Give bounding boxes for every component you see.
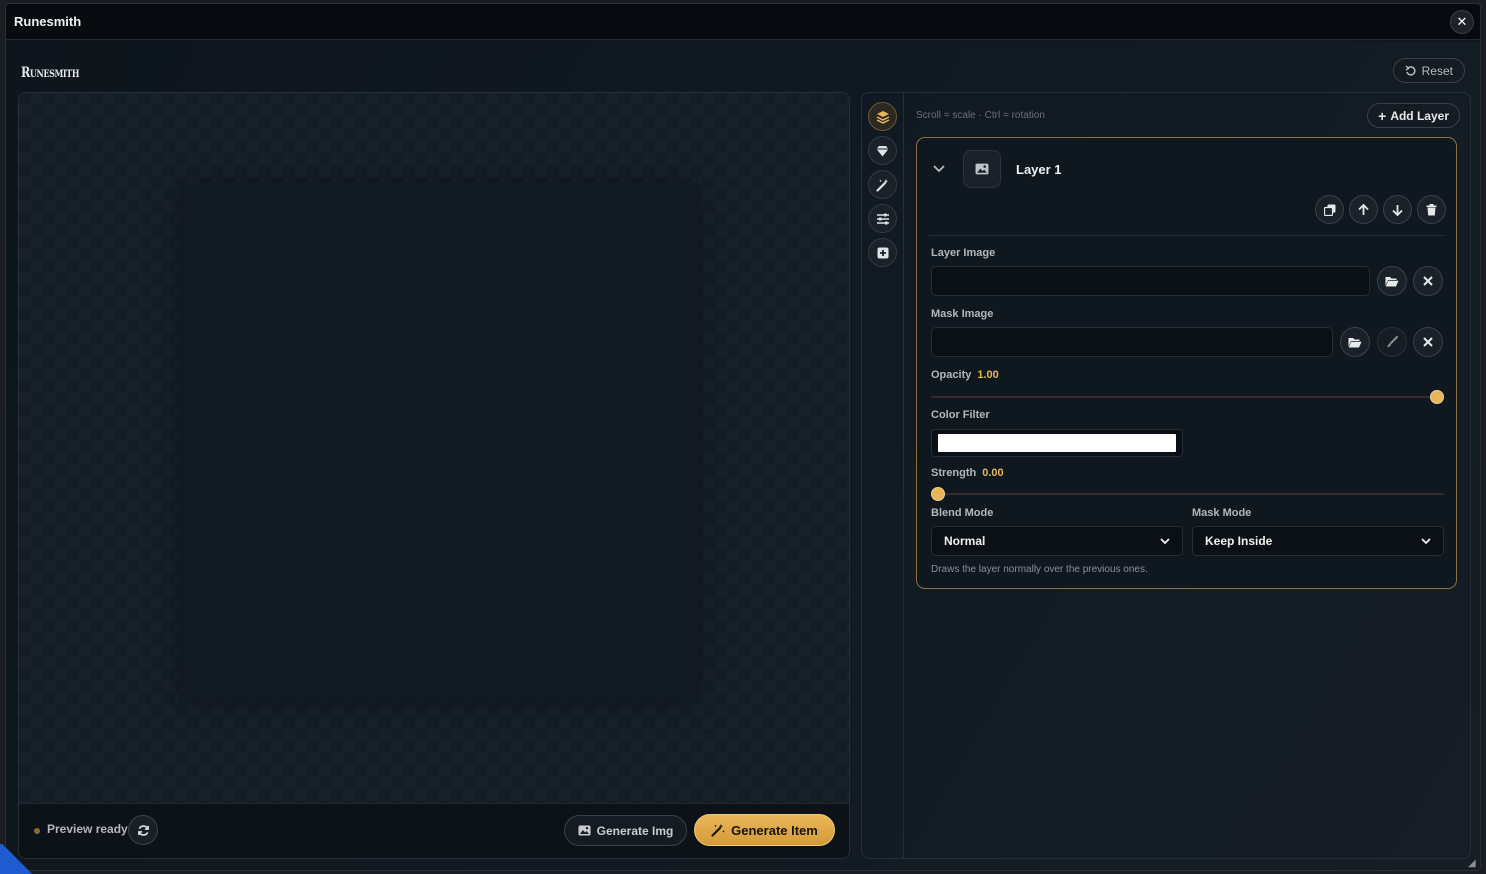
preview-item-area (179, 183, 699, 703)
sliders-icon (876, 213, 889, 224)
clear-layer-image-button[interactable] (1413, 266, 1443, 296)
main-content: Runesmith Reset Preview ready Generate I… (6, 41, 1480, 870)
delete-layer-button[interactable] (1417, 195, 1446, 224)
rail-gem-button[interactable] (868, 136, 897, 165)
magic-wand-icon (875, 178, 888, 192)
magic-wand-icon (711, 824, 725, 837)
move-layer-down-button[interactable] (1383, 195, 1412, 224)
layer-actions (1315, 195, 1446, 224)
clear-mask-image-button[interactable] (1413, 327, 1443, 357)
layer-editor-panel: Scroll = scale · Ctrl = rotation + Add L… (861, 92, 1471, 859)
layers-icon (876, 110, 889, 124)
edit-mask-button[interactable] (1377, 327, 1407, 357)
color-filter-label: Color Filter (931, 409, 990, 421)
rail-layers-button[interactable] (868, 102, 897, 131)
blend-mode-select[interactable]: Normal (931, 526, 1183, 556)
title-bar: Runesmith ✕ (6, 4, 1480, 40)
reset-label: Reset (1421, 63, 1453, 78)
resize-grip-icon[interactable]: ◢ (1468, 858, 1478, 869)
mask-image-label: Mask Image (931, 308, 994, 320)
add-box-icon (877, 247, 888, 258)
undo-icon (1405, 65, 1416, 76)
rail-add-button[interactable] (868, 238, 897, 267)
mask-mode-select[interactable]: Keep Inside (1192, 526, 1444, 556)
layer-image-label: Layer Image (931, 247, 996, 259)
browse-layer-image-button[interactable] (1377, 266, 1407, 296)
preview-canvas[interactable] (19, 93, 849, 805)
copy-icon (1323, 204, 1335, 216)
color-filter-input[interactable] (931, 429, 1183, 457)
chevron-down-icon (1160, 537, 1170, 544)
opacity-slider-track[interactable] (931, 396, 1444, 398)
reset-button[interactable]: Reset (1392, 58, 1465, 83)
arrow-up-icon (1358, 203, 1369, 215)
close-icon: ✕ (1456, 14, 1468, 30)
strength-slider-thumb[interactable] (931, 487, 945, 501)
plus-icon: + (1378, 107, 1387, 124)
window-close-button[interactable]: ✕ (1450, 10, 1474, 34)
blend-mode-label: Blend Mode (931, 507, 994, 519)
chevron-down-icon (1421, 537, 1431, 544)
brush-icon (1386, 336, 1398, 348)
opacity-value: 1.00 (977, 369, 999, 381)
collapse-chevron-icon[interactable] (933, 158, 945, 177)
gem-icon (876, 145, 889, 156)
refresh-preview-button[interactable] (128, 815, 158, 845)
tool-rail (862, 93, 904, 858)
rail-magic-button[interactable] (868, 170, 897, 199)
preview-status: Preview ready (47, 822, 128, 836)
strength-label: Strength 0.00 (931, 467, 1004, 479)
mask-mode-label: Mask Mode (1192, 507, 1252, 519)
status-dot (34, 828, 40, 834)
add-layer-label: Add Layer (1390, 108, 1449, 123)
generate-item-button[interactable]: Generate Item (694, 814, 835, 846)
layer-card: Layer 1 Layer Image Mask Image Opacity 1… (916, 137, 1457, 589)
preview-footer: Preview ready Generate Img Generate Item (19, 803, 849, 858)
duplicate-layer-button[interactable] (1315, 195, 1344, 224)
blend-mode-description: Draws the layer normally over the previo… (931, 564, 1148, 575)
browse-mask-image-button[interactable] (1340, 327, 1370, 357)
generate-img-label: Generate Img (596, 823, 674, 838)
preview-panel: Preview ready Generate Img Generate Item (18, 92, 850, 859)
canvas-hint: Scroll = scale · Ctrl = rotation (916, 110, 1045, 121)
mask-image-field[interactable] (931, 327, 1333, 357)
folder-open-icon (1385, 276, 1399, 286)
brand-logo: Runesmith (21, 65, 79, 81)
add-layer-button[interactable]: + Add Layer (1367, 103, 1460, 128)
opacity-label: Opacity 1.00 (931, 369, 999, 381)
corner-decoration (0, 844, 34, 874)
generate-img-button[interactable]: Generate Img (564, 815, 687, 846)
layer-image-field[interactable] (931, 266, 1370, 296)
rail-adjust-button[interactable] (868, 204, 897, 233)
mask-mode-value: Keep Inside (1205, 534, 1273, 548)
strength-slider-track[interactable] (931, 493, 1444, 495)
strength-value: 0.00 (982, 467, 1004, 479)
layer-thumbnail (963, 150, 1001, 188)
image-icon (578, 825, 591, 836)
opacity-slider-thumb[interactable] (1430, 390, 1444, 404)
close-icon (1423, 337, 1433, 347)
close-icon (1423, 276, 1433, 286)
refresh-icon (137, 824, 149, 836)
arrow-down-icon (1392, 204, 1403, 216)
folder-open-icon (1348, 337, 1362, 347)
move-layer-up-button[interactable] (1349, 195, 1378, 224)
window-title: Runesmith (14, 14, 82, 29)
image-icon (975, 163, 989, 175)
blend-mode-value: Normal (944, 534, 986, 548)
trash-icon (1426, 203, 1437, 215)
layer-name: Layer 1 (1016, 162, 1062, 177)
generate-item-label: Generate Item (731, 822, 818, 838)
card-divider (929, 235, 1444, 236)
color-filter-swatch (938, 434, 1176, 452)
app-window: Runesmith ✕ Runesmith Reset Preview read… (5, 3, 1481, 871)
